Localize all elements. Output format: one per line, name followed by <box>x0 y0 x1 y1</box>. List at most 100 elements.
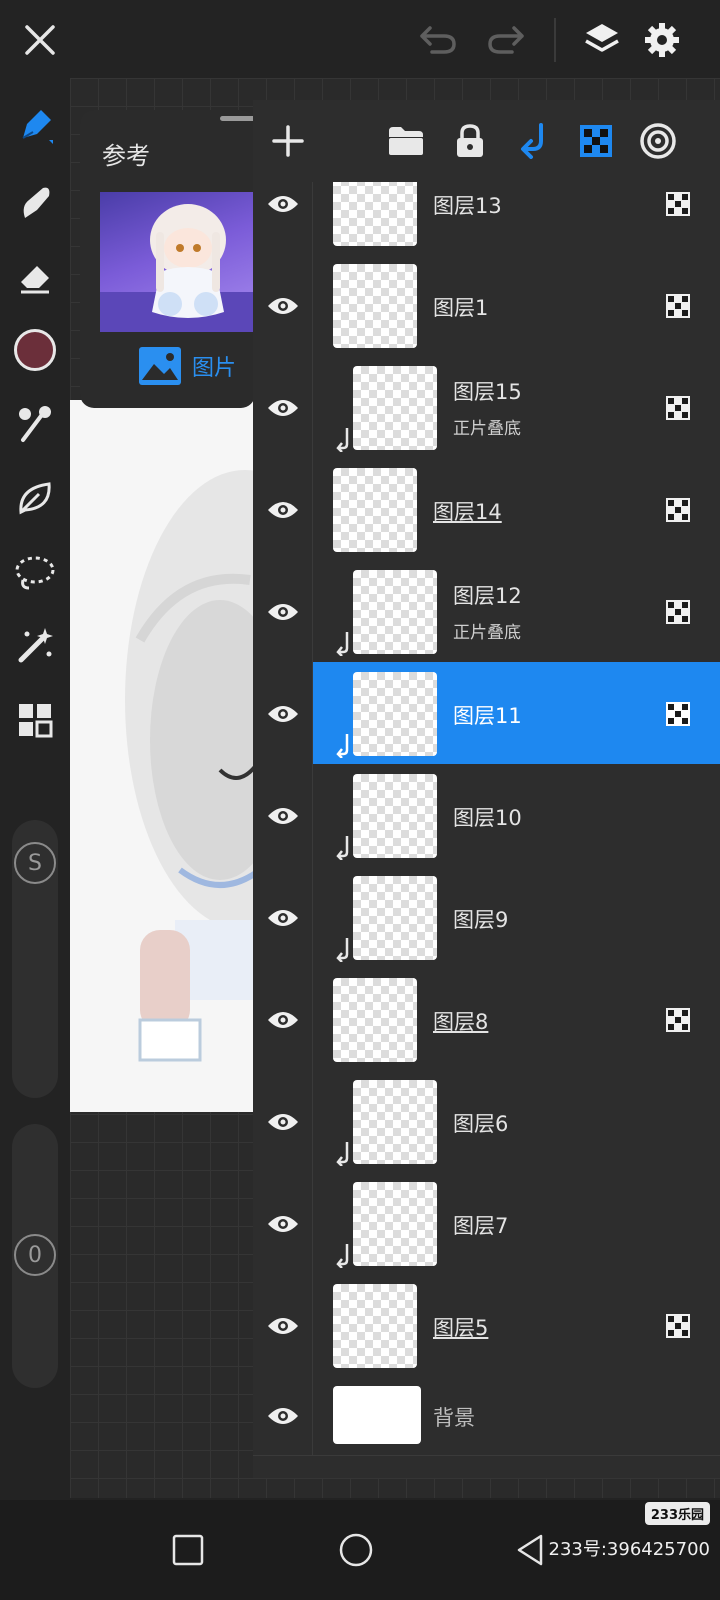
clipping-mask-button[interactable] <box>509 116 559 166</box>
layer-row[interactable]: 图层14 <box>253 458 720 562</box>
layer-row-content[interactable]: 图层1 <box>313 254 720 358</box>
artboard[interactable] <box>70 400 260 1112</box>
close-icon <box>25 25 55 55</box>
clipping-arrow-icon <box>335 936 351 963</box>
layer-name: 图层6 <box>453 1112 509 1136</box>
layer-thumbnail <box>353 774 437 858</box>
visibility-toggle[interactable] <box>253 968 313 1072</box>
layer-row-content[interactable]: 图层11 <box>313 662 720 766</box>
layer-row[interactable]: 图层9 <box>253 866 720 970</box>
alpha-lock-button[interactable] <box>571 116 621 166</box>
visibility-toggle[interactable] <box>253 254 313 358</box>
clipping-arrow-icon <box>335 1242 351 1269</box>
brush-size-slider[interactable]: S <box>12 820 58 1098</box>
lock-layer-button[interactable] <box>445 116 495 166</box>
alpha-lock-indicator-icon[interactable] <box>666 600 690 624</box>
visibility-toggle[interactable] <box>253 866 313 970</box>
reference-image[interactable] <box>100 192 255 332</box>
visibility-toggle[interactable] <box>253 1070 313 1174</box>
visibility-toggle[interactable] <box>253 182 313 256</box>
layer-row-content[interactable]: 图层7 <box>313 1172 720 1276</box>
blend-mode-button[interactable] <box>633 116 683 166</box>
settings-button[interactable] <box>636 14 688 66</box>
layer-row-content[interactable]: 图层14 <box>313 458 720 562</box>
layer-name: 图层11 <box>453 704 522 728</box>
close-button[interactable] <box>14 14 66 66</box>
layer-row[interactable]: 背景 <box>253 1376 720 1456</box>
alpha-lock-indicator-icon[interactable] <box>666 702 690 726</box>
visibility-toggle[interactable] <box>253 764 313 868</box>
reference-image-label: 图片 <box>192 356 237 381</box>
alpha-lock-indicator-icon[interactable] <box>666 1008 690 1032</box>
color-swatch[interactable] <box>9 324 61 376</box>
alpha-lock-indicator-icon[interactable] <box>666 192 690 216</box>
layer-row[interactable]: 图层11 <box>253 662 720 766</box>
layer-row[interactable]: 图层13 <box>253 182 720 256</box>
layer-row[interactable]: 图层8 <box>253 968 720 1072</box>
alpha-lock-indicator-icon[interactable] <box>666 1314 690 1338</box>
visibility-toggle[interactable] <box>253 1376 313 1456</box>
redo-button[interactable] <box>480 14 532 66</box>
home-button[interactable] <box>334 1528 378 1572</box>
layer-blend-mode: 正片叠底 <box>453 623 521 643</box>
recents-button[interactable] <box>166 1528 210 1572</box>
pen-icon <box>22 110 53 144</box>
brush-size-knob[interactable]: S <box>14 842 56 884</box>
visibility-toggle[interactable] <box>253 458 313 562</box>
alpha-lock-indicator-icon[interactable] <box>666 294 690 318</box>
alpha-lock-indicator-icon[interactable] <box>666 498 690 522</box>
layer-row-content[interactable]: 图层12 正片叠底 <box>313 560 720 664</box>
watermark-id: 233号:396425700 <box>548 1539 711 1560</box>
layer-row[interactable]: 图层5 <box>253 1274 720 1378</box>
reference-image-button[interactable]: 图片 <box>138 346 236 386</box>
reference-drag-handle[interactable] <box>220 116 256 121</box>
visibility-toggle[interactable] <box>253 356 313 460</box>
opacity-slider[interactable]: 0 <box>12 1124 58 1388</box>
layer-row[interactable]: 图层1 <box>253 254 720 358</box>
reference-title: 参考 <box>102 142 150 170</box>
layer-thumbnail <box>333 978 417 1062</box>
alpha-lock-indicator-icon[interactable] <box>666 396 690 420</box>
add-layer-button[interactable] <box>263 116 313 166</box>
toolbar-divider <box>554 18 556 62</box>
layer-row-content[interactable]: 图层15 正片叠底 <box>313 356 720 460</box>
eye-icon <box>267 1318 298 1334</box>
clipping-arrow-icon <box>335 834 351 861</box>
brush-tool[interactable] <box>9 398 61 450</box>
layer-row-content[interactable]: 图层13 <box>313 182 720 256</box>
folder-button[interactable] <box>381 116 431 166</box>
opacity-knob[interactable]: 0 <box>14 1234 56 1276</box>
layer-row-content[interactable]: 图层6 <box>313 1070 720 1174</box>
layer-list[interactable]: 图层13 图层1 图层15 正片叠底 图层14 图层12 正片叠底 图层11 图层10 图层9 图层… <box>253 182 720 1478</box>
back-button[interactable] <box>508 1528 552 1572</box>
visibility-toggle[interactable] <box>253 1274 313 1378</box>
layer-row-content[interactable]: 图层8 <box>313 968 720 1072</box>
grid-tool[interactable] <box>9 694 61 746</box>
layer-row-content[interactable]: 背景 <box>313 1376 720 1456</box>
layer-row[interactable]: 图层10 <box>253 764 720 868</box>
home-icon <box>339 1533 373 1567</box>
layers-panel: 图层13 图层1 图层15 正片叠底 图层14 图层12 正片叠底 图层11 图层10 图层9 图层… <box>253 100 720 1478</box>
visibility-toggle[interactable] <box>253 1172 313 1276</box>
pen-tool[interactable] <box>9 100 61 152</box>
layer-row[interactable]: 图层15 正片叠底 <box>253 356 720 460</box>
leaf-tool[interactable] <box>9 472 61 524</box>
visibility-toggle[interactable] <box>253 560 313 664</box>
undo-button[interactable] <box>412 14 464 66</box>
lasso-tool[interactable] <box>9 546 61 598</box>
back-icon <box>517 1534 543 1566</box>
eraser-tool[interactable] <box>9 250 61 302</box>
layer-row-content[interactable]: 图层5 <box>313 1274 720 1378</box>
clipping-arrow-icon <box>335 732 351 759</box>
visibility-toggle[interactable] <box>253 662 313 766</box>
layer-row[interactable]: 图层12 正片叠底 <box>253 560 720 664</box>
magic-wand-tool[interactable] <box>9 620 61 672</box>
layer-row[interactable]: 图层6 <box>253 1070 720 1174</box>
layer-row[interactable]: 图层7 <box>253 1172 720 1276</box>
layers-button[interactable] <box>576 14 628 66</box>
layer-thumbnail <box>353 570 437 654</box>
smudge-tool[interactable] <box>9 176 61 228</box>
magic-wand-icon <box>18 628 53 663</box>
layer-row-content[interactable]: 图层10 <box>313 764 720 868</box>
layer-row-content[interactable]: 图层9 <box>313 866 720 970</box>
